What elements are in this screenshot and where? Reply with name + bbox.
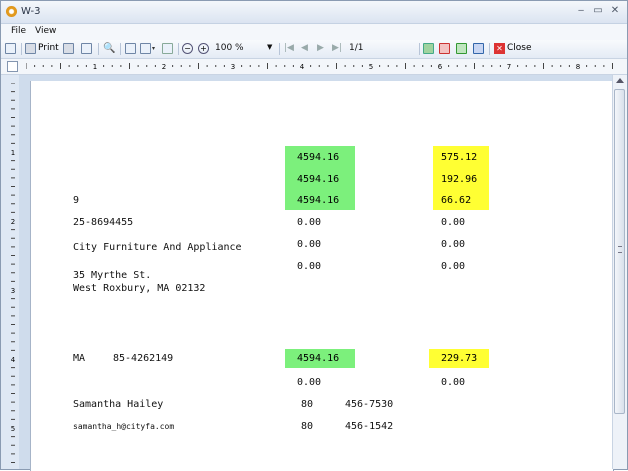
ruler-number: 7	[507, 63, 511, 71]
page-indicator: 1/1	[349, 43, 364, 53]
ruler-number: 5	[11, 425, 15, 433]
phone-1: 456-7530	[345, 399, 394, 410]
ruler-number: 3	[11, 287, 15, 295]
menu-file[interactable]: File	[11, 26, 26, 36]
box1-wages: 4594.16	[297, 152, 340, 163]
contact-name: Samantha Hailey	[73, 399, 164, 410]
box4-ss-tax: 192.96	[441, 174, 478, 185]
ruler-number: 4	[11, 356, 16, 364]
export-word-icon[interactable]	[473, 43, 484, 54]
report-page: 4594.16 4594.16 4594.16 575.12 192.96 66…	[30, 81, 613, 471]
single-page-icon[interactable]	[125, 43, 136, 54]
minimize-icon[interactable]: ‒	[574, 4, 588, 17]
app-icon	[6, 6, 17, 17]
menu-bar: File View	[1, 24, 627, 40]
menu-view[interactable]: View	[35, 26, 56, 36]
export-icon[interactable]	[423, 43, 434, 54]
prev-page-icon[interactable]: ◀	[301, 43, 308, 53]
row1-right-value: 0.00	[441, 217, 466, 228]
state-wages: 4594.16	[297, 353, 340, 364]
close-window-icon[interactable]: ✕	[608, 4, 622, 17]
vertical-ruler: 1 2 3 4 5	[11, 83, 16, 463]
maximize-icon[interactable]: ▭	[591, 4, 605, 17]
report-viewer-window: W-3 ‒ ▭ ✕ File View Print 🔍 ▾ − + 100 % …	[0, 0, 628, 471]
local-left-value: 0.00	[297, 377, 322, 388]
export-excel-icon[interactable]	[456, 43, 467, 54]
scroll-up-icon[interactable]	[616, 78, 624, 83]
horizontal-ruler: 1 2 3 4 5 6 7 8	[26, 63, 613, 71]
vertical-scrollbar[interactable]	[612, 75, 627, 469]
last-page-icon[interactable]: ▶|	[332, 43, 342, 53]
ruler-number: 3	[231, 63, 235, 71]
ruler-number: 5	[369, 63, 373, 71]
local-right-value: 0.00	[441, 377, 466, 388]
state-code: MA	[73, 353, 86, 364]
zoom-select[interactable]: 100 %	[215, 43, 244, 53]
ruler-number: 2	[162, 63, 166, 71]
title-bar: W-3 ‒ ▭ ✕	[1, 1, 627, 24]
box5-medicare-wages: 4594.16	[297, 195, 340, 206]
box2-federal-tax: 575.12	[441, 152, 478, 163]
multi-page-dropdown-icon[interactable]: ▾	[152, 43, 155, 55]
employer-address-line2: West Roxbury, MA 02132	[73, 283, 206, 294]
ruler-number: 6	[438, 63, 443, 71]
row2-right-value: 0.00	[441, 239, 466, 250]
zoom-out-icon[interactable]: −	[182, 43, 193, 54]
toolbar: Print 🔍 ▾ − + 100 % ▼ |◀ ◀ ▶ ▶| 1/1 ✕ Cl…	[1, 40, 627, 59]
quick-print-icon[interactable]	[63, 43, 74, 54]
ruler-number: 2	[11, 218, 15, 226]
multi-page-icon[interactable]	[140, 43, 151, 54]
find-icon[interactable]: 🔍	[103, 43, 115, 55]
ruler-bar: 1 2 3 4 5 6 7 8	[1, 59, 627, 75]
box6-medicare-tax: 66.62	[441, 195, 472, 206]
row3-right-value: 0.00	[441, 261, 466, 272]
employer-name: City Furniture And Appliance	[73, 242, 242, 253]
scroll-thumb[interactable]	[614, 89, 625, 414]
ruler-number: 8	[576, 63, 580, 71]
page-width-icon[interactable]	[162, 43, 173, 54]
phone-area-1: 80	[301, 399, 314, 410]
page-setup-icon[interactable]	[5, 43, 16, 54]
employer-address-line1: 35 Myrthe St.	[73, 270, 152, 281]
export-pdf-icon[interactable]	[439, 43, 450, 54]
zoom-in-icon[interactable]: +	[198, 43, 209, 54]
contact-email: samantha_h@cityfa.com	[73, 422, 175, 431]
ruler-number: 1	[11, 149, 15, 157]
ruler-number: 4	[300, 63, 305, 71]
row1-left-value: 0.00	[297, 217, 322, 228]
document-area: 4594.16 4594.16 4594.16 575.12 192.96 66…	[19, 75, 613, 471]
zoom-dropdown-icon[interactable]: ▼	[267, 43, 272, 51]
row2-left-value: 0.00	[297, 239, 322, 250]
row3-left-value: 0.00	[297, 261, 322, 272]
state-id: 85-4262149	[113, 353, 174, 364]
close-icon: ✕	[494, 43, 505, 54]
next-page-icon[interactable]: ▶	[317, 43, 324, 53]
copy-icon[interactable]	[81, 43, 92, 54]
phone-2: 456-1542	[345, 421, 394, 432]
phone-area-2: 80	[301, 421, 314, 432]
ruler-corner	[7, 61, 18, 72]
kind-of-payer: 9	[73, 195, 80, 206]
first-page-icon[interactable]: |◀	[284, 43, 294, 53]
ruler-number: 1	[93, 63, 97, 71]
box3-ss-wages: 4594.16	[297, 174, 340, 185]
state-tax: 229.73	[441, 353, 478, 364]
printer-icon	[25, 43, 36, 54]
window-title: W-3	[21, 6, 41, 17]
employer-ein: 25-8694455	[73, 217, 134, 228]
